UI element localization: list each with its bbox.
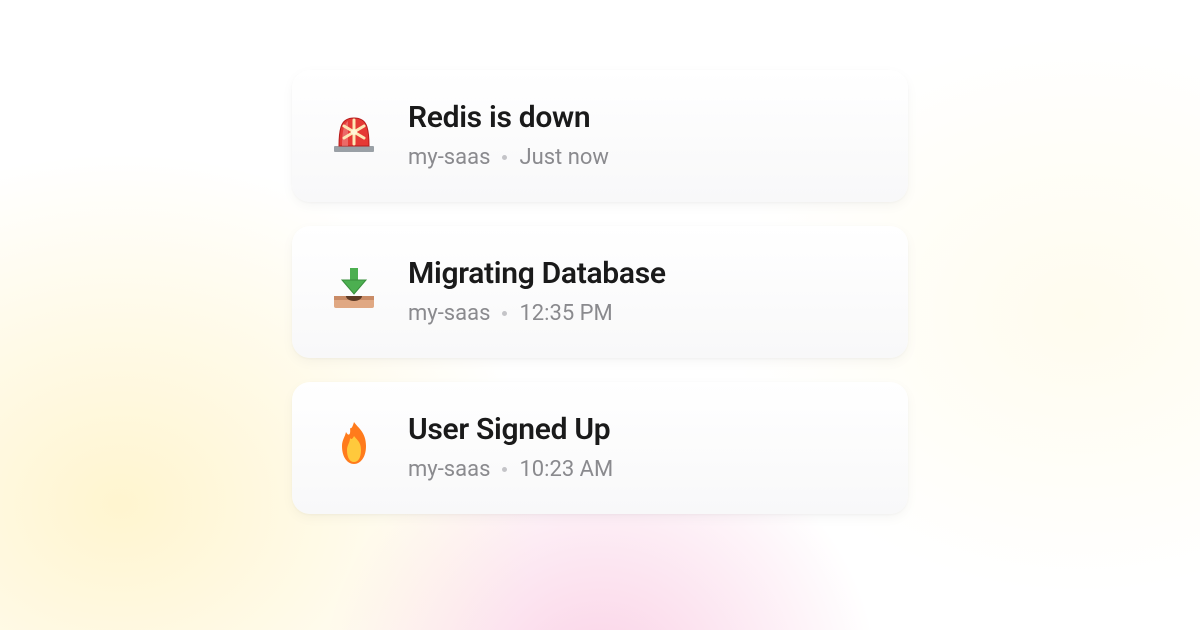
notification-content: User Signed Up my-saas 10:23 AM	[408, 412, 613, 482]
notification-card[interactable]: User Signed Up my-saas 10:23 AM	[292, 382, 908, 514]
notification-card[interactable]: Redis is down my-saas Just now	[292, 70, 908, 202]
notification-meta: my-saas 12:35 PM	[408, 301, 666, 326]
notification-time: Just now	[519, 145, 609, 170]
notification-title: User Signed Up	[408, 412, 613, 447]
download-tray-icon	[328, 262, 380, 314]
notification-meta: my-saas 10:23 AM	[408, 457, 613, 482]
notification-list: Redis is down my-saas Just now Migratin	[292, 70, 908, 514]
siren-icon	[328, 106, 380, 158]
notification-content: Migrating Database my-saas 12:35 PM	[408, 256, 666, 326]
notification-project: my-saas	[408, 301, 490, 326]
notification-content: Redis is down my-saas Just now	[408, 100, 609, 170]
notification-title: Migrating Database	[408, 256, 666, 291]
notification-meta: my-saas Just now	[408, 145, 609, 170]
notification-time: 10:23 AM	[519, 457, 613, 482]
notification-title: Redis is down	[408, 100, 609, 135]
notification-project: my-saas	[408, 457, 490, 482]
notification-project: my-saas	[408, 145, 490, 170]
meta-separator	[502, 155, 507, 160]
meta-separator	[502, 467, 507, 472]
fire-icon	[328, 418, 380, 470]
meta-separator	[502, 311, 507, 316]
notification-card[interactable]: Migrating Database my-saas 12:35 PM	[292, 226, 908, 358]
notification-time: 12:35 PM	[519, 301, 612, 326]
